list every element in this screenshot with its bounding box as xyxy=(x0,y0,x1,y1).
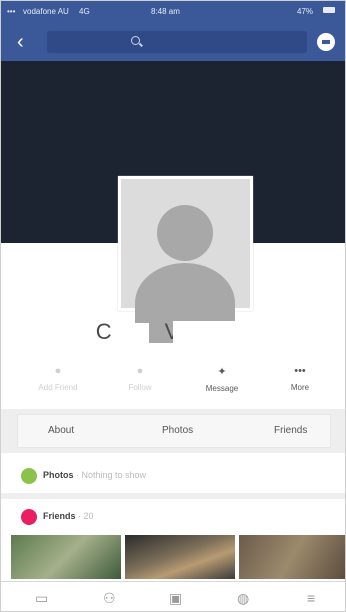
network-label: 4G xyxy=(79,7,90,16)
photos-title: Photos xyxy=(43,470,74,480)
name-redaction xyxy=(119,323,149,347)
section-divider xyxy=(1,493,345,499)
more-icon: ••• xyxy=(294,365,306,377)
marketplace-icon[interactable]: ▣ xyxy=(169,590,182,607)
avatar-head-shape xyxy=(157,205,213,261)
friend-requests-icon[interactable]: ⚇ xyxy=(103,590,116,607)
message-icon: ✦ xyxy=(217,366,227,378)
photos-section[interactable]: Photos · Nothing to show xyxy=(15,463,345,489)
message-label: Message xyxy=(205,384,239,393)
add-friend-icon: ● xyxy=(54,365,62,377)
tab-friends[interactable]: Friends xyxy=(274,425,307,436)
follow-label: Follow xyxy=(128,383,152,392)
photos-subtitle: · Nothing to show xyxy=(73,470,147,480)
back-button[interactable]: ‹ xyxy=(17,32,24,52)
name-redaction xyxy=(173,321,261,347)
friend-photo[interactable] xyxy=(11,535,121,579)
profile-name-part1: C xyxy=(95,319,113,344)
bottom-tab-bar: ▭ ⚇ ▣ ◍ ≡ xyxy=(1,581,345,611)
profile-tabs: About Photos Friends xyxy=(17,414,331,448)
message-button[interactable]: ✦ Message xyxy=(187,365,257,393)
notifications-icon[interactable]: ◍ xyxy=(237,590,249,607)
tab-photos[interactable]: Photos xyxy=(162,425,193,436)
profile-actions: ● Add Friend ● Follow ✦ Message ••• More xyxy=(1,365,345,401)
friends-subtitle: · 20 xyxy=(75,511,94,521)
follow-icon: ● xyxy=(136,365,144,377)
profile-picture[interactable] xyxy=(118,176,253,343)
menu-icon[interactable]: ≡ xyxy=(307,590,315,606)
battery-label: 47% xyxy=(297,7,314,16)
news-feed-icon[interactable]: ▭ xyxy=(35,590,48,607)
photos-section-label: Photos · Nothing to show xyxy=(43,470,146,480)
signal-icon: ••• xyxy=(7,7,16,16)
friends-section[interactable]: Friends · 20 xyxy=(15,504,345,530)
app-frame: ••• vodafone AU 4G 8:48 am 47% ‹ CV ● Ad… xyxy=(0,0,346,612)
follow-button[interactable]: ● Follow xyxy=(105,365,175,392)
friend-photo[interactable] xyxy=(239,535,345,579)
more-label: More xyxy=(290,383,310,392)
top-nav: ‹ xyxy=(1,25,345,61)
friends-photo-strip xyxy=(11,535,345,579)
carrier-label: vodafone AU xyxy=(23,7,69,16)
friends-icon xyxy=(21,509,37,525)
time-label: 8:48 am xyxy=(151,7,180,16)
search-icon xyxy=(131,36,140,45)
add-friend-label: Add Friend xyxy=(38,383,78,392)
friends-section-label: Friends · 20 xyxy=(43,511,94,521)
status-bar: ••• vodafone AU 4G 8:48 am 47% xyxy=(1,1,345,25)
add-friend-button[interactable]: ● Add Friend xyxy=(23,365,93,392)
friends-title: Friends xyxy=(43,511,76,521)
more-button[interactable]: ••• More xyxy=(265,365,335,392)
messenger-icon[interactable] xyxy=(317,33,335,51)
search-input[interactable] xyxy=(47,31,307,53)
battery-icon xyxy=(323,7,335,13)
friend-photo[interactable] xyxy=(125,535,235,579)
photos-icon xyxy=(21,468,37,484)
tab-about[interactable]: About xyxy=(48,425,74,436)
